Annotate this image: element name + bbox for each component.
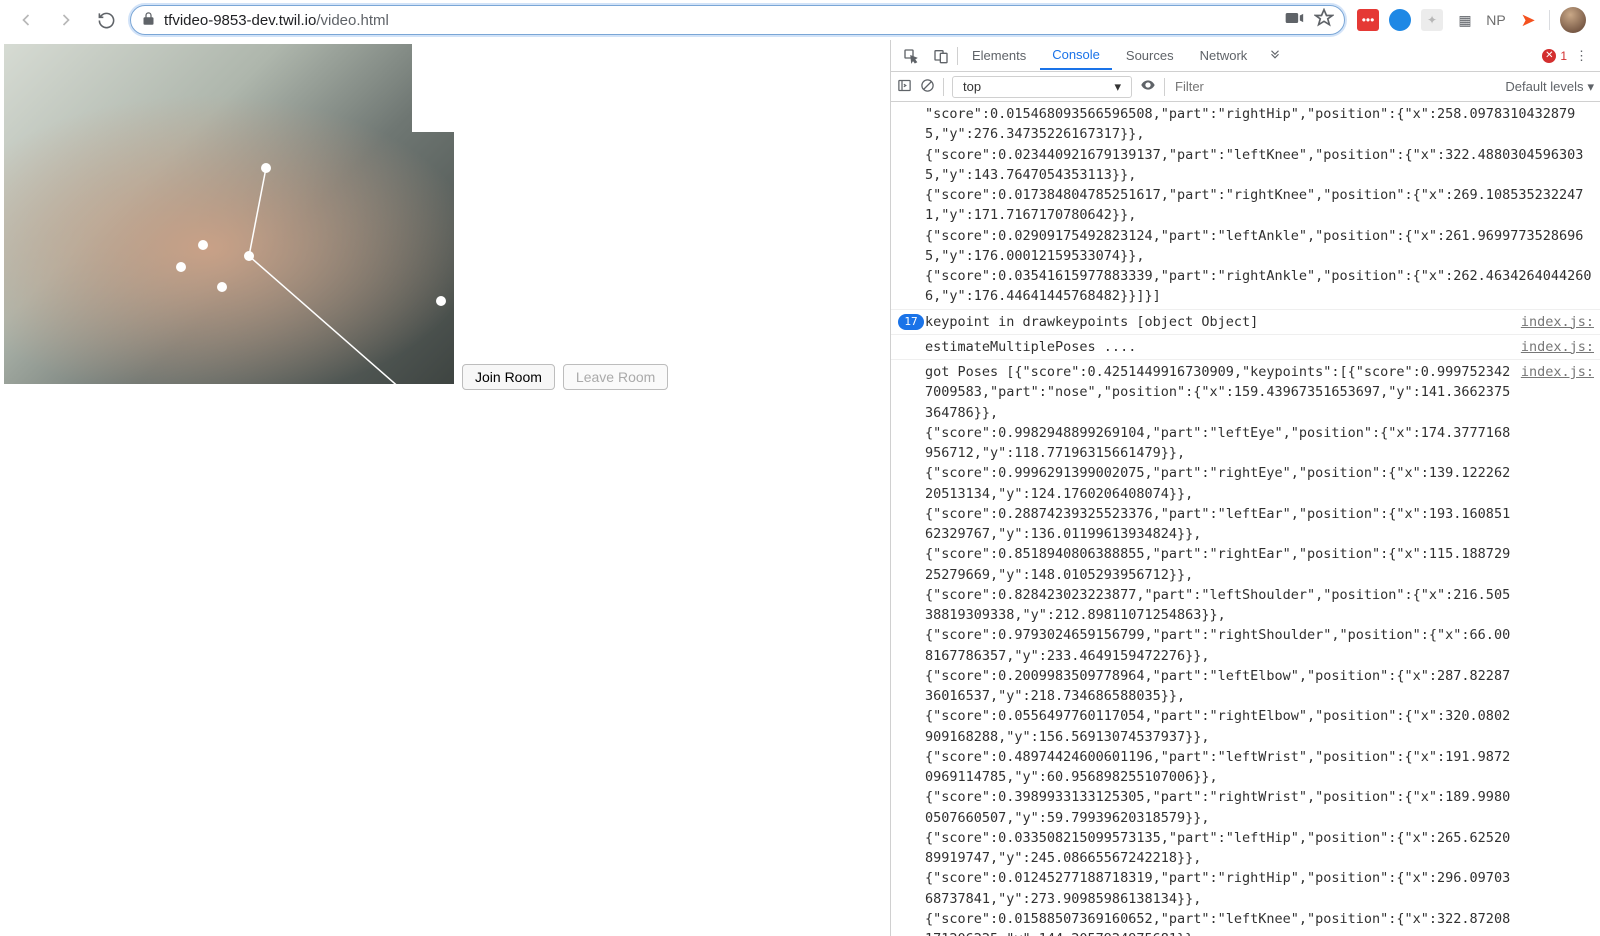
tab-network[interactable]: Network xyxy=(1188,42,1260,69)
console-output[interactable]: "score":0.015468093566596508,"part":"rig… xyxy=(891,102,1600,936)
url-path: /video.html xyxy=(316,12,389,29)
profile-avatar[interactable] xyxy=(1560,7,1586,33)
extension-grid-icon[interactable]: ▦ xyxy=(1453,9,1475,31)
devtools-panel: ElementsConsoleSourcesNetwork ✕ 1 ⋮ top … xyxy=(890,40,1600,936)
chevron-down-icon: ▾ xyxy=(1587,79,1594,95)
browser-toolbar: tfvideo-9853-dev.twil.io/video.html ••• … xyxy=(0,0,1600,40)
console-log-row: 17keypoint in drawkeypoints [object Obje… xyxy=(891,310,1600,335)
console-toolbar: top ▾ Default levels ▾ xyxy=(891,72,1600,102)
extension-lastpass-icon[interactable]: ••• xyxy=(1357,9,1379,31)
error-badge[interactable]: ✕ 1 xyxy=(1542,49,1567,63)
video-canvas xyxy=(4,44,454,384)
log-source-link[interactable]: index.js: xyxy=(1513,337,1594,357)
error-dot-icon: ✕ xyxy=(1542,49,1556,63)
lock-icon xyxy=(141,11,156,30)
chevron-down-icon: ▾ xyxy=(1114,79,1121,95)
log-message: keypoint in drawkeypoints [object Object… xyxy=(925,312,1513,332)
log-message: got Poses [{"score":0.4251449916730909,"… xyxy=(925,362,1513,936)
tab-sources[interactable]: Sources xyxy=(1114,42,1186,69)
star-icon[interactable] xyxy=(1314,8,1334,32)
more-tabs-icon[interactable] xyxy=(1261,42,1289,70)
execution-context-select[interactable]: top ▾ xyxy=(952,76,1132,98)
log-source-link[interactable]: index.js: xyxy=(1513,312,1594,332)
device-toggle-icon[interactable] xyxy=(927,42,955,70)
filter-input[interactable] xyxy=(1173,77,1313,97)
extension-blue-icon[interactable] xyxy=(1389,9,1411,31)
pose-overlay xyxy=(4,44,454,384)
console-log-row: "score":0.015468093566596508,"part":"rig… xyxy=(891,102,1600,310)
inspect-element-icon[interactable] xyxy=(897,42,925,70)
log-source-link[interactable]: index.js: xyxy=(1513,362,1594,936)
tab-elements[interactable]: Elements xyxy=(960,42,1038,69)
url-domain: tfvideo-9853-dev.twil.io xyxy=(164,12,316,29)
reload-button[interactable] xyxy=(90,4,122,36)
page-content: Join Room Leave Room ElementsConsoleSour… xyxy=(0,40,1600,936)
console-sidebar-toggle-icon[interactable] xyxy=(897,78,912,96)
extension-icons: ••• ✦ ▦ NP ➤ xyxy=(1353,7,1590,33)
devtools-menu-icon[interactable]: ⋮ xyxy=(1569,48,1594,64)
log-message: "score":0.015468093566596508,"part":"rig… xyxy=(925,104,1594,307)
extension-grey-icon[interactable]: ✦ xyxy=(1421,9,1443,31)
log-repeat-count: 17 xyxy=(898,314,923,330)
error-count: 1 xyxy=(1560,49,1567,63)
extension-postman-icon[interactable]: ➤ xyxy=(1517,9,1539,31)
address-bar[interactable]: tfvideo-9853-dev.twil.io/video.html xyxy=(130,5,1345,35)
console-log-row: got Poses [{"score":0.4251449916730909,"… xyxy=(891,360,1600,936)
camera-icon[interactable] xyxy=(1284,8,1304,32)
leave-room-button[interactable]: Leave Room xyxy=(563,364,668,390)
join-room-button[interactable]: Join Room xyxy=(462,364,555,390)
tab-console[interactable]: Console xyxy=(1040,41,1112,70)
extension-np-icon[interactable]: NP xyxy=(1485,9,1507,31)
back-button[interactable] xyxy=(10,4,42,36)
log-message: estimateMultiplePoses .... xyxy=(925,337,1513,357)
divider xyxy=(1549,10,1550,30)
clear-console-icon[interactable] xyxy=(920,78,935,96)
log-levels-select[interactable]: Default levels ▾ xyxy=(1505,79,1594,95)
live-expression-icon[interactable] xyxy=(1140,77,1156,96)
devtools-tabs: ElementsConsoleSourcesNetwork ✕ 1 ⋮ xyxy=(891,40,1600,72)
console-log-row: estimateMultiplePoses ....index.js: xyxy=(891,335,1600,360)
forward-button[interactable] xyxy=(50,4,82,36)
